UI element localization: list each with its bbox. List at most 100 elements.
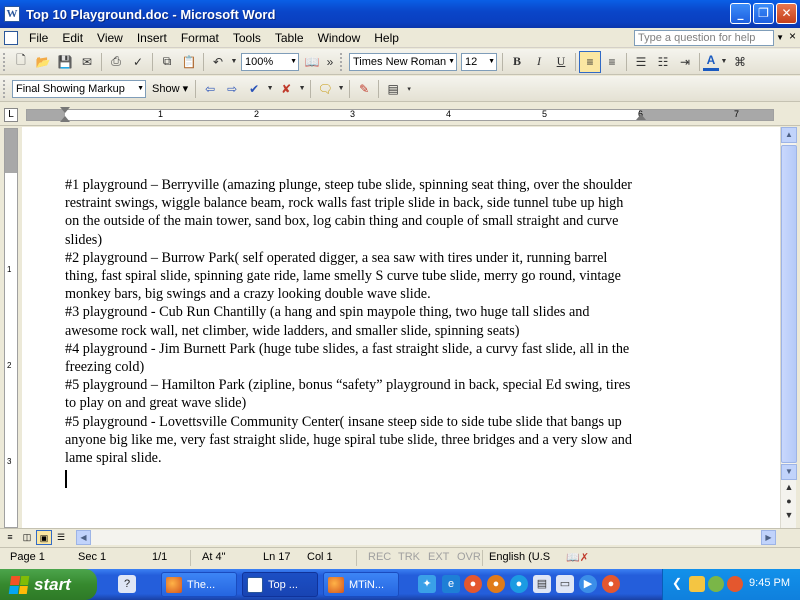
status-line[interactable]: Ln 17 (263, 551, 291, 563)
toolbar-grip[interactable] (3, 79, 7, 98)
document-body[interactable]: #1 playground – Berryville (amazing plun… (65, 176, 640, 493)
ask-dropdown-arrow-icon[interactable]: ▼ (776, 30, 784, 46)
status-section[interactable]: Sec 1 (78, 551, 106, 563)
indent-icon[interactable]: ⇥ (674, 51, 696, 73)
menu-file[interactable]: File (22, 28, 55, 48)
tab-selector-icon[interactable]: L (4, 108, 18, 122)
first-line-indent-marker[interactable] (60, 107, 70, 113)
status-page[interactable]: Page 1 (10, 551, 45, 563)
menu-insert[interactable]: Insert (130, 28, 174, 48)
scroll-right-icon[interactable]: ▶ (761, 530, 776, 545)
normal-view-icon[interactable]: ≡ (2, 530, 18, 545)
close-button[interactable]: ✕ (776, 3, 797, 24)
browser-icon[interactable]: ● (602, 575, 620, 593)
comment-dropdown-icon[interactable]: ▼ (336, 78, 346, 100)
align-center-icon[interactable]: ≡ (601, 51, 623, 73)
paragraph-6[interactable]: #5 playground - Lovettsville Community C… (65, 413, 640, 468)
vertical-ruler[interactable]: 1 2 3 (4, 128, 18, 528)
start-button[interactable]: start (0, 569, 97, 600)
menu-help[interactable]: Help (367, 28, 406, 48)
task-button-firefox[interactable]: The... (161, 572, 237, 597)
toolbar-grip[interactable] (3, 52, 7, 71)
menu-window[interactable]: Window (311, 28, 368, 48)
paragraph-3[interactable]: #3 playground - Cub Run Chantilly (a han… (65, 303, 640, 339)
font-color-dropdown-icon[interactable]: ▼ (719, 51, 729, 73)
title-bar[interactable]: W Top 10 Playground.doc - Microsoft Word… (0, 0, 800, 28)
display-for-review-select[interactable]: Final Showing Markup ▼ (12, 79, 146, 98)
menu-view[interactable]: View (90, 28, 130, 48)
accept-dropdown-icon[interactable]: ▼ (265, 78, 275, 100)
show-menu-button[interactable]: Show ▾ (148, 82, 192, 95)
next-page-icon[interactable]: ▼ (781, 510, 797, 524)
scroll-down-icon[interactable]: ▼ (781, 464, 797, 480)
paragraph-4[interactable]: #4 playground - Jim Burnett Park (huge t… (65, 340, 640, 376)
help-icon[interactable]: ? (118, 575, 136, 593)
status-column[interactable]: Col 1 (307, 551, 333, 563)
horizontal-ruler[interactable]: L 1 2 3 4 5 6 7 (0, 104, 800, 126)
document-icon[interactable] (4, 30, 18, 45)
right-indent-marker[interactable] (636, 114, 646, 120)
show-hidden-icons-icon[interactable]: ❮ (669, 576, 685, 592)
scroll-up-icon[interactable]: ▲ (781, 127, 797, 143)
undo-icon[interactable]: ↶ (207, 51, 229, 73)
update-icon[interactable] (727, 576, 743, 592)
status-language[interactable]: English (U.S (489, 551, 550, 563)
hanging-indent-marker[interactable] (60, 116, 70, 122)
menu-format[interactable]: Format (174, 28, 226, 48)
security-shield-icon[interactable] (689, 576, 705, 592)
reject-dropdown-icon[interactable]: ▼ (297, 78, 307, 100)
spelling-status-icon[interactable]: 📖✗ (566, 551, 589, 564)
monitor-icon[interactable]: ▭ (556, 575, 574, 593)
scroll-left-icon[interactable]: ◀ (76, 530, 91, 545)
web-layout-icon[interactable]: ◫ (19, 530, 35, 545)
font-color-icon[interactable]: A (703, 53, 719, 71)
align-left-icon[interactable]: ≡ (579, 50, 601, 73)
select-browse-object-icon[interactable]: ● (781, 496, 797, 510)
spelling-icon[interactable]: ✓ (127, 51, 149, 73)
print-layout-icon[interactable]: ▣ (36, 530, 52, 545)
insert-comment-icon[interactable]: 🗨 (314, 78, 336, 100)
restore-button[interactable]: ❐ (753, 3, 774, 24)
track-changes-icon[interactable]: ✎ (353, 78, 375, 100)
toolbar-options-icon[interactable]: ▾ (404, 78, 414, 100)
ask-question-input[interactable]: Type a question for help (634, 30, 774, 46)
vertical-scrollbar[interactable]: ▲ ▼ ▲ ● ▼ (780, 127, 797, 528)
undo-dropdown-icon[interactable]: ▼ (229, 51, 239, 73)
menu-table[interactable]: Table (268, 28, 311, 48)
internet-explorer-icon[interactable]: e (442, 575, 460, 593)
font-name-select[interactable]: Times New Roman ▼ (349, 52, 457, 71)
document-area[interactable]: #1 playground – Berryville (amazing plun… (22, 127, 780, 528)
previous-change-icon[interactable]: ⇦ (199, 78, 221, 100)
bird-icon[interactable]: ✦ (418, 575, 436, 593)
font-size-select[interactable]: 12 ▼ (461, 52, 497, 71)
paragraph-1[interactable]: #1 playground – Berryville (amazing plun… (65, 176, 640, 249)
toolbar-options-icon[interactable]: » (323, 51, 337, 73)
document-quicklaunch-icon[interactable]: ▤ (533, 575, 551, 593)
word-doc-icon[interactable]: W (4, 6, 20, 22)
next-change-icon[interactable]: ⇨ (221, 78, 243, 100)
save-icon[interactable]: 💾 (54, 51, 76, 73)
firefox-quicklaunch-icon[interactable]: ● (487, 575, 505, 593)
task-button-word[interactable]: Top ... (242, 572, 318, 597)
accept-change-icon[interactable]: ✔ (243, 78, 265, 100)
document-page[interactable]: #1 playground – Berryville (amazing plun… (22, 127, 780, 528)
messenger-icon[interactable]: ● (510, 575, 528, 593)
clock[interactable]: 9:45 PM (749, 577, 790, 589)
outline-view-icon[interactable]: ☰ (53, 530, 69, 545)
scroll-thumb[interactable] (781, 145, 797, 463)
status-ext[interactable]: EXT (428, 551, 449, 563)
print-icon[interactable]: ⎙ (105, 51, 127, 73)
media-player-icon[interactable]: ▶ (579, 575, 597, 593)
task-button-firefox-2[interactable]: MTiN... (323, 572, 399, 597)
zoom-select[interactable]: 100% ▼ (241, 52, 299, 71)
underline-button[interactable]: U (550, 51, 572, 73)
menu-edit[interactable]: Edit (55, 28, 90, 48)
reject-change-icon[interactable]: ✘ (275, 78, 297, 100)
paragraph-2[interactable]: #2 playground – Burrow Park( self operat… (65, 249, 640, 304)
minimize-button[interactable]: _ (730, 3, 751, 24)
permission-icon[interactable]: ✉ (76, 51, 98, 73)
research-icon[interactable]: ⌘ (729, 51, 751, 73)
horizontal-scrollbar[interactable]: ◀ ▶ (76, 530, 776, 545)
status-rec[interactable]: REC (368, 551, 391, 563)
paste-icon[interactable]: 📋 (178, 51, 200, 73)
